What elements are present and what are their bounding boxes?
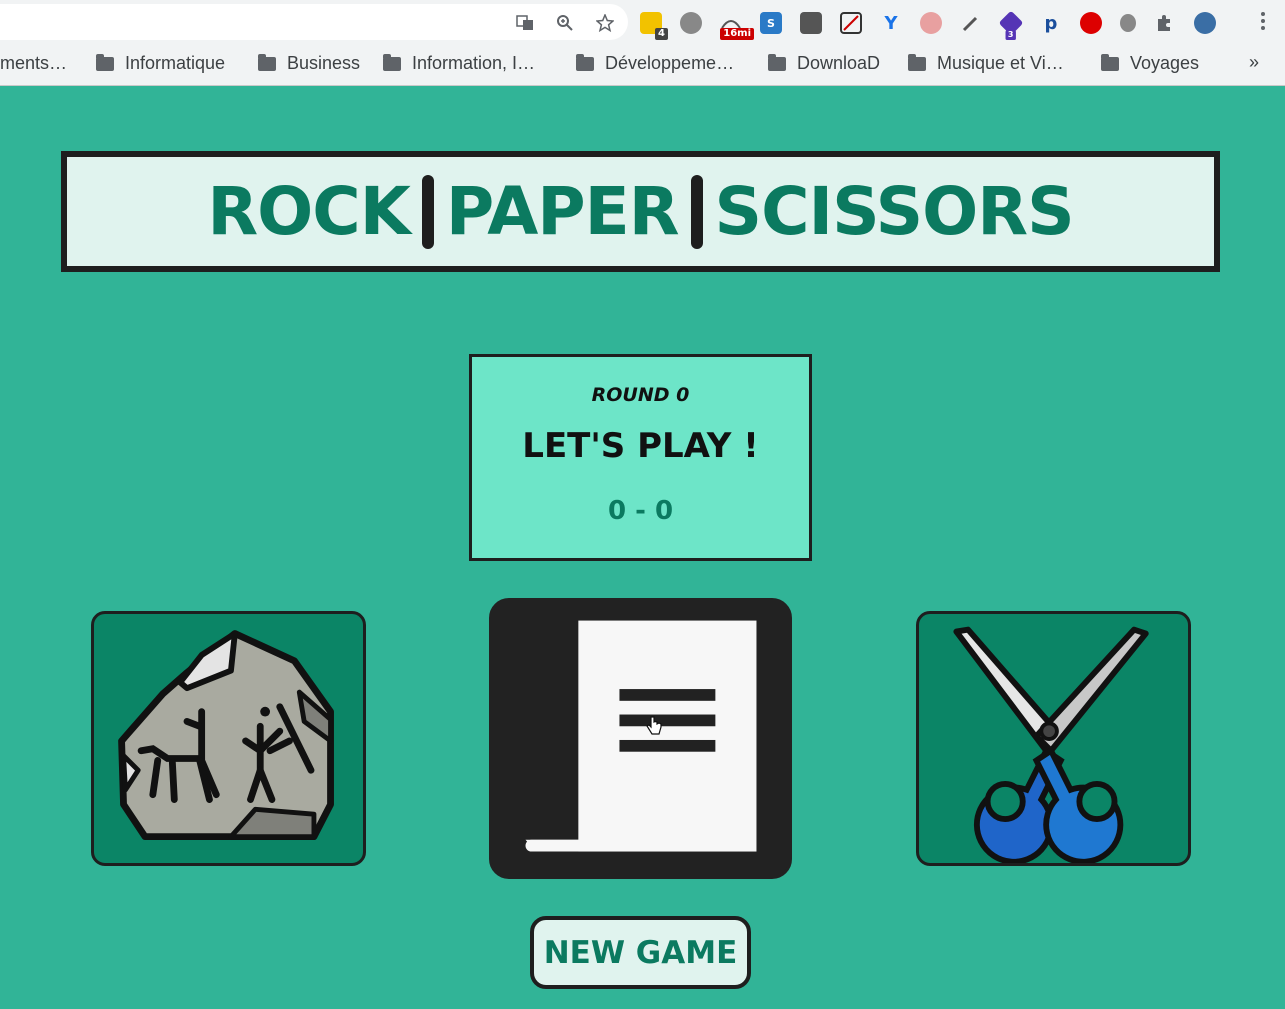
bookmark-folder-information[interactable]: Information, I… xyxy=(383,53,535,74)
extension-eyedropper-icon[interactable] xyxy=(960,12,982,34)
paper-choice-button[interactable] xyxy=(489,598,792,879)
extension-badge: 4 xyxy=(655,28,668,40)
bookmarks-bar: ments… Informatique Business Information… xyxy=(0,44,1285,86)
bookmark-label: Voyages xyxy=(1130,53,1200,73)
extension-p-icon[interactable]: p xyxy=(1040,12,1062,34)
address-bar[interactable] xyxy=(0,4,628,40)
extension-badge: 3 xyxy=(1005,30,1016,40)
title-separator xyxy=(690,174,703,249)
title-paper: PAPER xyxy=(445,173,680,250)
bookmark-folder-business[interactable]: Business xyxy=(258,53,360,74)
extension-cube-icon[interactable]: 3 xyxy=(998,10,1024,40)
title-scissors: SCISSORS xyxy=(714,173,1075,250)
rock-choice-button[interactable] xyxy=(91,611,366,866)
paper-icon xyxy=(525,620,757,852)
extension-y-icon[interactable]: Y xyxy=(880,12,902,34)
folder-icon xyxy=(258,53,276,71)
extension-blocked-icon[interactable] xyxy=(840,12,862,34)
scissors-icon xyxy=(953,626,1149,863)
extension-refresh-icon[interactable] xyxy=(680,12,702,34)
bookmark-star-icon[interactable] xyxy=(595,13,615,33)
bookmark-folder-download[interactable]: DownloaD xyxy=(768,53,880,74)
extension-bulb-icon[interactable] xyxy=(800,12,822,34)
round-status-panel: ROUND 0 LET'S PLAY ! 0 - 0 xyxy=(469,354,812,561)
bookmark-label: Business xyxy=(287,53,361,73)
extension-weather-icon[interactable]: 16mi xyxy=(720,12,754,40)
extension-s-icon[interactable]: S xyxy=(760,12,782,34)
bookmark-label: Développeme… xyxy=(605,53,735,73)
new-game-button[interactable]: NEW GAME xyxy=(530,916,751,989)
extension-bug-icon[interactable] xyxy=(1120,14,1136,32)
bookmark-folder-developpement[interactable]: Développeme… xyxy=(576,53,734,74)
more-bookmarks-chevron-icon[interactable]: » xyxy=(1249,52,1259,73)
folder-icon xyxy=(1101,53,1119,71)
bookmark-label: Information, I… xyxy=(412,53,536,73)
bookmark-folder-voyages[interactable]: Voyages xyxy=(1101,53,1199,74)
extensions-bar: 4 16mi S Y 3 p xyxy=(640,8,1234,40)
browser-menu-icon[interactable] xyxy=(1261,12,1265,32)
zoom-icon[interactable] xyxy=(556,14,574,32)
bookmark-label: ments… xyxy=(0,53,68,73)
bookmark-folder-musique[interactable]: Musique et Vi… xyxy=(908,53,1064,74)
game-title-banner: ROCK PAPER SCISSORS xyxy=(61,151,1220,272)
bookmark-label: Musique et Vi… xyxy=(937,53,1064,73)
folder-icon xyxy=(576,53,594,71)
extension-badge: 16mi xyxy=(720,28,754,40)
bookmark-item[interactable]: ments… xyxy=(0,53,67,74)
extension-stop-icon[interactable] xyxy=(1080,12,1102,34)
bookmark-label: DownloaD xyxy=(797,53,881,73)
folder-icon xyxy=(908,53,926,71)
folder-icon xyxy=(383,53,401,71)
title-rock: ROCK xyxy=(207,173,411,250)
extension-notes-icon[interactable]: 4 xyxy=(640,12,668,40)
folder-icon xyxy=(96,53,114,71)
bookmark-folder-informatique[interactable]: Informatique xyxy=(96,53,225,74)
scissors-choice-button[interactable] xyxy=(916,611,1191,866)
browser-toolbar: 4 16mi S Y 3 p xyxy=(0,0,1285,44)
score-display: 0 - 0 xyxy=(607,496,674,526)
round-label: ROUND 0 xyxy=(591,384,690,406)
rock-icon xyxy=(118,630,334,841)
translate-icon[interactable] xyxy=(516,14,534,32)
extensions-puzzle-icon[interactable] xyxy=(1154,12,1176,34)
round-message: LET'S PLAY ! xyxy=(522,426,759,466)
extension-glasses-icon[interactable] xyxy=(920,12,942,34)
bookmark-label: Informatique xyxy=(125,53,226,73)
title-separator xyxy=(421,174,434,249)
profile-avatar-icon[interactable] xyxy=(1194,12,1216,34)
folder-icon xyxy=(768,53,786,71)
hand-pointer-cursor-icon xyxy=(646,716,662,735)
